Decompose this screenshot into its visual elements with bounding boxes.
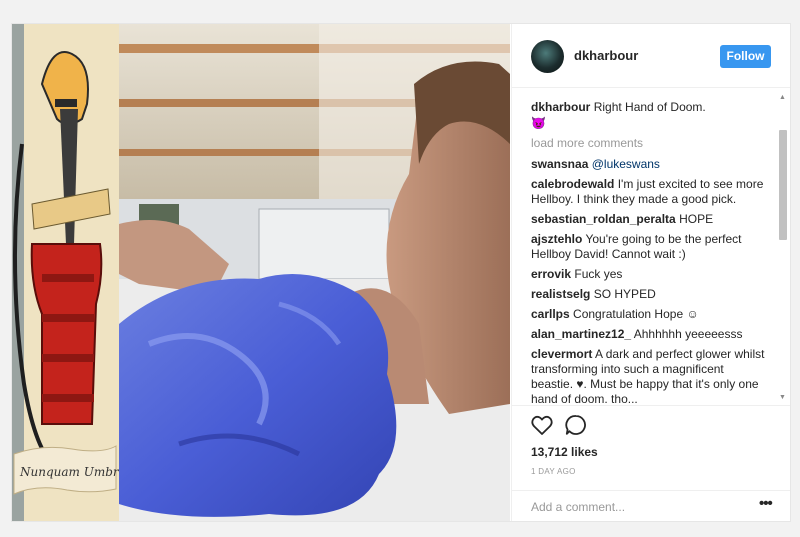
caption-username[interactable]: dkharbour [531,100,590,114]
comments-scrollbar[interactable]: ▲ ▼ [778,94,788,404]
comment: carllps Congratulation Hope ☺ [531,307,769,322]
comment-text: SO HYPED [593,287,656,301]
comment: calebrodewald I'm just excited to see mo… [531,177,769,207]
heart-outline-icon[interactable] [530,413,554,437]
post-header: dkharbour Follow [512,24,790,88]
comment-username[interactable]: sebastian_roldan_peralta [531,212,676,226]
comment: realistselg SO HYPED [531,287,769,302]
comment: errovik Fuck yes [531,267,769,282]
poster-handwriting: Nunquam Umbra [19,465,119,479]
comment-mention[interactable]: @lukeswans [592,157,660,171]
comment-text: Fuck yes [574,267,623,281]
post-timestamp: 1 DAY AGO [531,467,576,476]
comment-text: HOPE [679,212,714,226]
header-username[interactable]: dkharbour [574,48,638,63]
more-options-icon[interactable]: ••• [759,495,773,512]
scroll-up-arrow-icon[interactable]: ▲ [779,94,786,101]
speech-bubble-icon[interactable] [564,413,588,437]
scrollbar-thumb[interactable] [779,130,787,240]
comment-username[interactable]: alan_martinez12_ [531,327,631,341]
comment-username[interactable]: calebrodewald [531,177,614,191]
post-card: Nunquam Umbra dkharbour Follow dkharbour… [11,23,791,522]
likes-count[interactable]: 13,712 likes [531,445,598,459]
hellboy-poster-art: Nunquam Umbra [12,24,126,521]
comment: alan_martinez12_ Ahhhhhh yeeeeesss [531,327,769,342]
caption: dkharbour Right Hand of Doom. 😈 [531,100,769,131]
comment-text: Ahhhhhh yeeeeesss [633,327,743,341]
comment: ajsztehlo You're going to be the perfect… [531,232,769,262]
comment-username[interactable]: ajsztehlo [531,232,582,246]
avatar[interactable] [531,40,564,73]
caption-emoji: 😈 [531,116,546,130]
comments-list: dkharbour Right Hand of Doom. 😈 load mor… [531,100,769,404]
workshop-photo-art [119,24,510,521]
comment: swansnaa @lukeswans [531,157,769,172]
add-comment-bar: Add a comment... ••• [512,490,790,521]
comment-username[interactable]: realistselg [531,287,590,301]
caption-text: Right Hand of Doom. [593,100,706,114]
comment-username[interactable]: swansnaa [531,157,588,171]
comment-username[interactable]: carllps [531,307,570,321]
follow-button[interactable]: Follow [720,45,771,68]
comment-username[interactable]: clevermort [531,347,592,361]
post-actions: 13,712 likes 1 DAY AGO Add a comment... … [512,405,790,521]
workshop-photo [119,24,510,521]
comment-username[interactable]: errovik [531,267,571,281]
post-image[interactable]: Nunquam Umbra [12,24,510,521]
add-comment-input[interactable]: Add a comment... [531,500,625,514]
scroll-down-arrow-icon[interactable]: ▼ [779,394,786,401]
comment: clevermort A dark and perfect glower whi… [531,347,769,404]
comment-text: Congratulation Hope ☺ [573,307,699,321]
comment: sebastian_roldan_peralta HOPE [531,212,769,227]
post-sidebar: dkharbour Follow dkharbour Right Hand of… [511,24,790,521]
load-more-comments-link[interactable]: load more comments [531,136,769,151]
hellboy-poster: Nunquam Umbra [12,24,126,521]
